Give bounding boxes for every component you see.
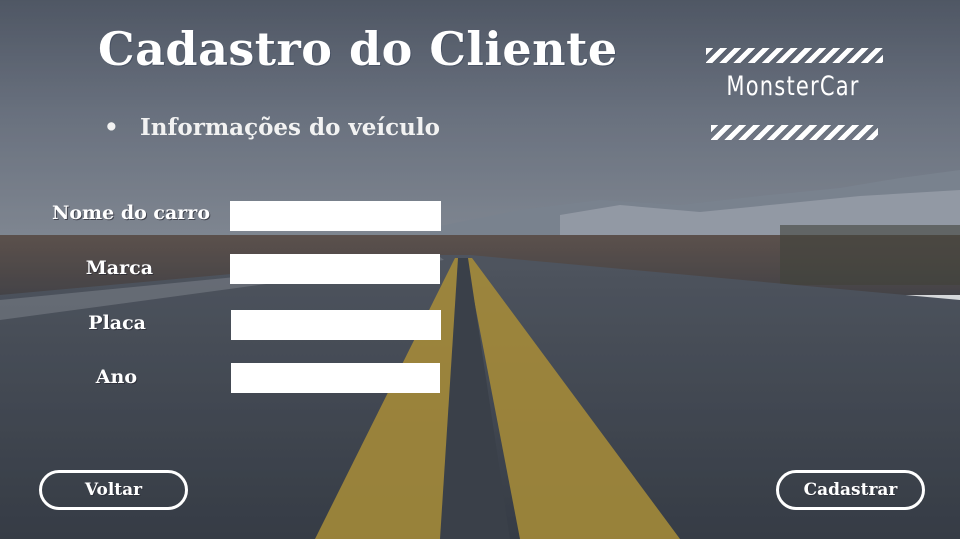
brand-input[interactable] (230, 254, 440, 284)
car-name-label: Nome do carro (52, 202, 210, 224)
submit-button[interactable]: Cadastrar (776, 470, 925, 510)
logo-stripes-top (706, 48, 883, 63)
section-subtitle-text: Informações do veículo (140, 114, 440, 141)
year-label: Ano (95, 366, 137, 388)
brand-logo: MonsterCar (703, 45, 883, 145)
plate-label: Placa (88, 312, 146, 334)
back-button-label: Voltar (84, 480, 143, 500)
back-button[interactable]: Voltar (39, 470, 188, 510)
logo-text: MonsterCar (726, 71, 860, 102)
logo-stripes-bottom (711, 125, 878, 140)
plate-input[interactable] (231, 310, 441, 340)
page-title: Cadastro do Cliente (98, 22, 618, 76)
year-input[interactable] (231, 363, 440, 393)
submit-button-label: Cadastrar (803, 480, 898, 500)
bullet-icon: • (104, 114, 119, 141)
car-name-input[interactable] (230, 201, 441, 231)
section-subtitle: • Informações do veículo (104, 114, 440, 141)
brand-label: Marca (85, 257, 153, 279)
